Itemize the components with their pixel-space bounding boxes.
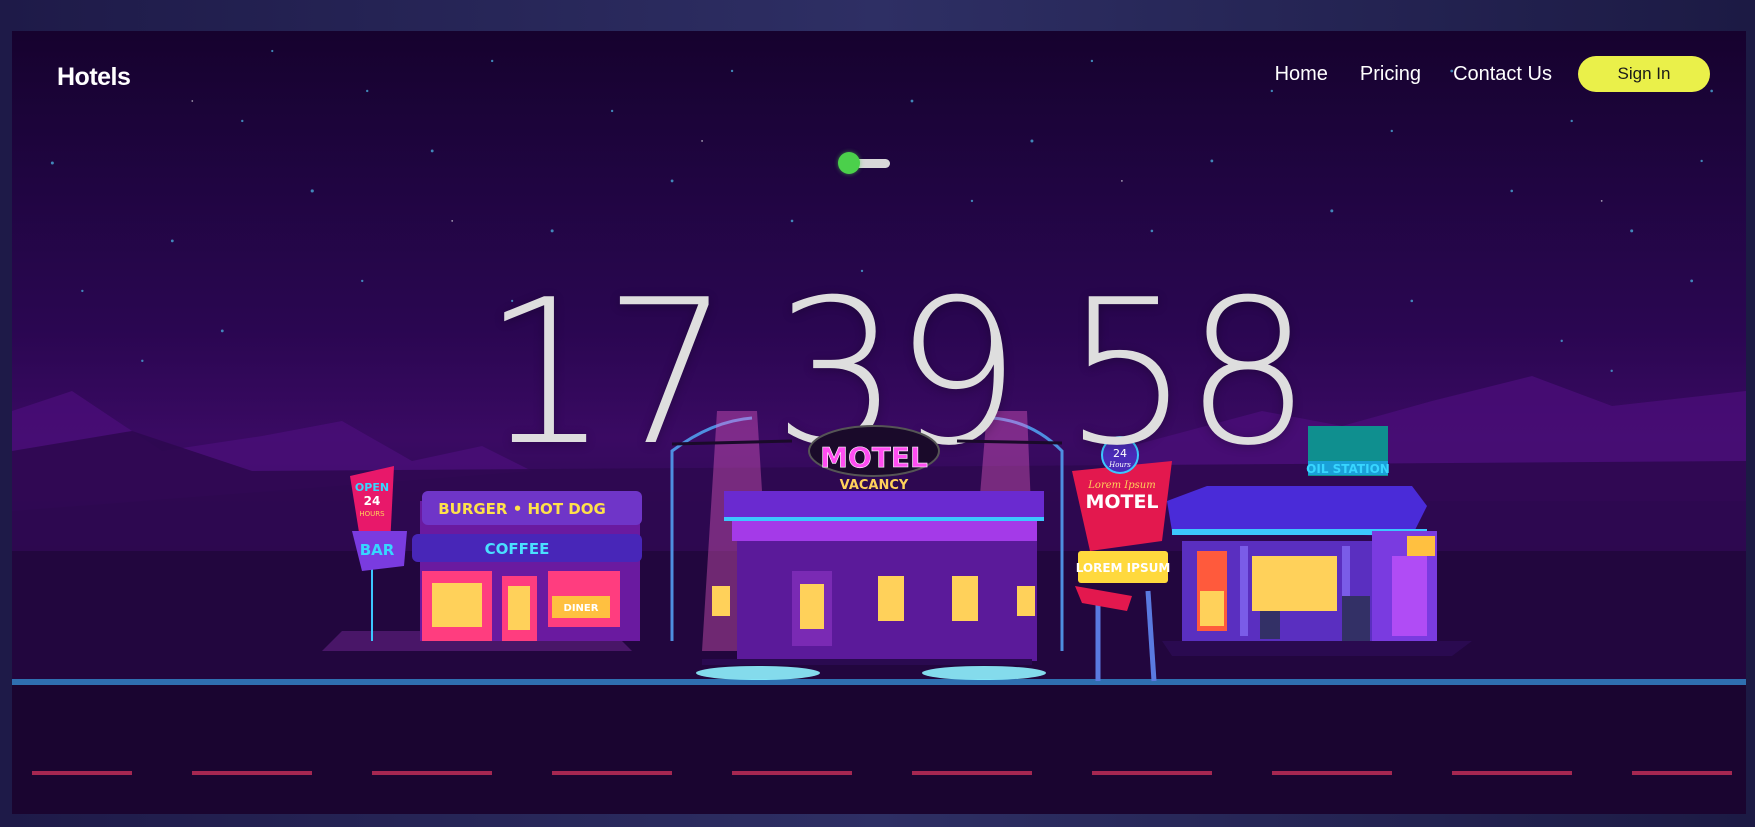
clock-seconds: 58 (1063, 257, 1311, 490)
nav-links: Home Pricing Contact Us Sign In (1243, 56, 1710, 92)
toggle-knob (838, 152, 860, 174)
sign-in-button[interactable]: Sign In (1578, 56, 1710, 92)
nav-link-contact-us[interactable]: Contact Us (1453, 63, 1552, 86)
hero-section: 17 39 58 MOTEL VACANCY BURGER • HOT DOG … (12, 31, 1746, 814)
nav-link-home[interactable]: Home (1275, 63, 1328, 86)
clock-minutes: 39 (772, 257, 1021, 490)
top-navbar: Hotels Home Pricing Contact Us Sign In (12, 31, 1746, 121)
digital-clock: 17 39 58 (454, 274, 1334, 474)
brand-logo[interactable]: Hotels (57, 63, 131, 92)
theme-toggle-switch[interactable] (838, 152, 892, 174)
nav-link-pricing[interactable]: Pricing (1360, 63, 1421, 86)
clock-hours: 17 (482, 257, 730, 490)
